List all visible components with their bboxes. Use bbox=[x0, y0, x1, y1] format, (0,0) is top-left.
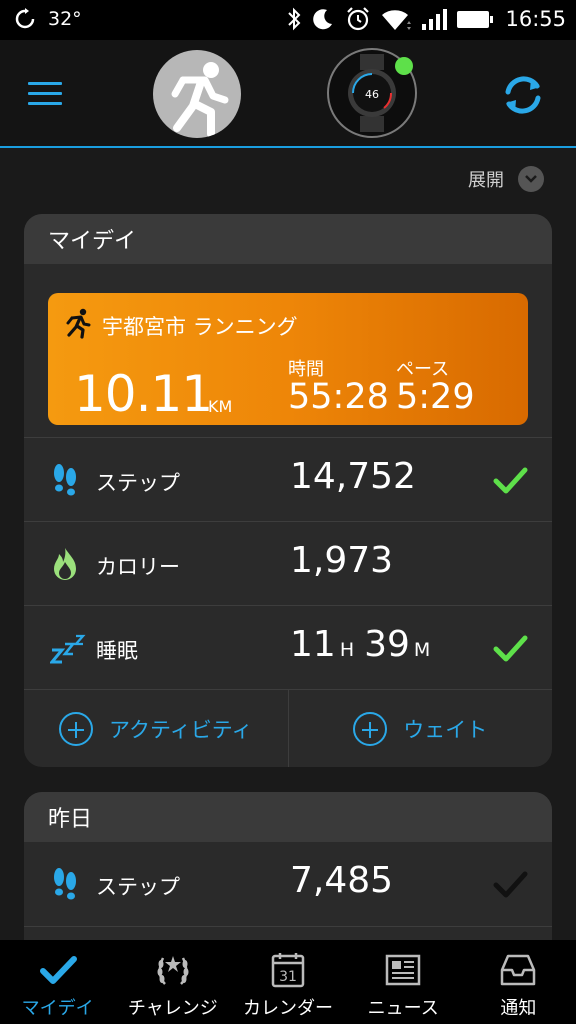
row-divider bbox=[24, 926, 552, 927]
calories-row[interactable]: カロリー 1,973 bbox=[24, 521, 552, 605]
time-value: 55:28 bbox=[288, 377, 389, 417]
nav-my-day-label: マイデイ bbox=[21, 998, 94, 1019]
app-header: 46 bbox=[0, 40, 576, 148]
yesterday-steps-row[interactable]: ステップ 7,485 bbox=[24, 842, 552, 926]
sleep-label: 睡眠 bbox=[96, 639, 138, 663]
steps-row[interactable]: ステップ 14,752 bbox=[24, 437, 552, 521]
watch-face-number: 46 bbox=[365, 88, 379, 101]
footprints-icon bbox=[54, 464, 76, 496]
sleep-minutes-unit: M bbox=[413, 639, 431, 661]
yesterday-steps-label: ステップ bbox=[96, 875, 180, 899]
steps-label: ステップ bbox=[96, 471, 180, 495]
laurel-icon bbox=[157, 956, 189, 985]
nav-notifications-label: 通知 bbox=[500, 998, 537, 1019]
calendar-icon: 31 bbox=[271, 953, 305, 988]
plus-circle-icon bbox=[59, 711, 94, 746]
connected-status-dot bbox=[395, 57, 413, 75]
activity-name: 宇都宮市 ランニング bbox=[102, 315, 298, 339]
cell-signal-icon bbox=[422, 9, 448, 30]
hamburger-menu-icon[interactable] bbox=[28, 82, 62, 106]
nav-calendar-label: カレンダー bbox=[243, 998, 333, 1019]
wifi-icon bbox=[382, 10, 412, 30]
add-activity-button[interactable]: アクティビティ bbox=[24, 690, 288, 767]
calendar-day-number: 31 bbox=[279, 969, 297, 985]
nav-my-day[interactable]: マイデイ bbox=[0, 940, 115, 1024]
goal-check-icon bbox=[493, 871, 528, 898]
runner-avatar-icon bbox=[171, 62, 229, 138]
distance-unit: KM bbox=[208, 397, 233, 416]
news-icon bbox=[385, 954, 421, 986]
activity-card[interactable]: 宇都宮市 ランニング 10.11 KM 時間 55:28 ペース 5:29 bbox=[48, 293, 528, 425]
plus-circle-icon bbox=[353, 711, 388, 746]
my-day-title: マイデイ bbox=[24, 214, 552, 264]
sleep-zzz-icon bbox=[50, 634, 86, 664]
sync-button[interactable] bbox=[500, 72, 546, 118]
add-actions-row: アクティビティ ウェイト bbox=[24, 689, 552, 767]
add-activity-label: アクティビティ bbox=[109, 717, 253, 742]
nav-challenges[interactable]: チャレンジ bbox=[115, 940, 230, 1024]
sync-status-icon bbox=[15, 8, 35, 29]
pace-value: 5:29 bbox=[396, 377, 475, 417]
flame-icon bbox=[54, 548, 76, 580]
yesterday-title: 昨日 bbox=[24, 792, 552, 842]
sleep-minutes: 39 bbox=[364, 624, 410, 665]
calories-value: 1,973 bbox=[290, 540, 394, 581]
sleep-hours-unit: H bbox=[339, 639, 355, 661]
sync-icon bbox=[505, 76, 541, 114]
nav-calendar[interactable]: 31 カレンダー bbox=[230, 940, 345, 1024]
clock: 16:55 bbox=[505, 7, 566, 31]
bottom-navigation: マイデイ チャレンジ 31 カレンダー ニュース 通知 bbox=[0, 940, 576, 1024]
check-icon bbox=[39, 956, 77, 984]
chevron-down-icon bbox=[518, 166, 544, 192]
goal-check-icon bbox=[493, 635, 528, 662]
temperature: 32° bbox=[48, 8, 82, 30]
avatar[interactable] bbox=[153, 50, 241, 138]
inbox-icon bbox=[501, 954, 536, 986]
expand-label: 展開 bbox=[468, 170, 504, 191]
running-icon bbox=[66, 308, 91, 339]
activity-distance: 10.11 bbox=[74, 365, 213, 423]
nav-notifications[interactable]: 通知 bbox=[461, 940, 576, 1024]
nav-news[interactable]: ニュース bbox=[346, 940, 461, 1024]
alarm-icon bbox=[347, 7, 370, 31]
sleep-row[interactable]: 睡眠 11 H 39 M bbox=[24, 605, 552, 689]
add-weight-button[interactable]: ウェイト bbox=[287, 690, 553, 767]
nav-news-label: ニュース bbox=[367, 998, 439, 1019]
goal-check-icon bbox=[493, 467, 528, 494]
footprints-icon bbox=[54, 868, 76, 900]
do-not-disturb-moon-icon bbox=[313, 9, 333, 30]
yesterday-steps-value: 7,485 bbox=[290, 860, 394, 901]
steps-value: 14,752 bbox=[290, 456, 416, 497]
calories-label: カロリー bbox=[96, 555, 180, 579]
nav-challenges-label: チャレンジ bbox=[127, 998, 218, 1019]
expand-toggle[interactable]: 展開 bbox=[468, 166, 544, 192]
bluetooth-icon bbox=[288, 7, 301, 31]
sleep-hours: 11 bbox=[290, 624, 336, 665]
status-bar: 32° 16:55 bbox=[0, 0, 576, 40]
my-day-card: マイデイ 宇都宮市 ランニング 10.11 KM 時間 55:28 ペース 5:… bbox=[24, 214, 552, 767]
sleep-value: 11 H 39 M bbox=[290, 624, 440, 665]
add-weight-label: ウェイト bbox=[403, 717, 488, 742]
battery-icon bbox=[457, 10, 494, 28]
